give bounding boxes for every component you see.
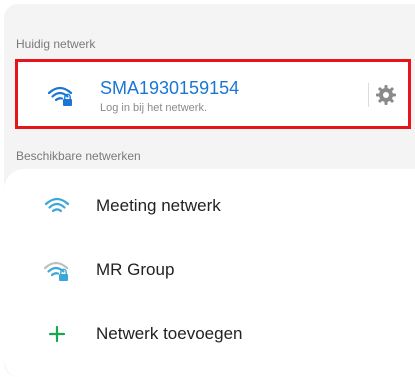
current-network-item[interactable]: SMA1930159154 Log in bij het netwerk. — [15, 59, 411, 129]
wifi-lock-icon — [44, 261, 69, 281]
add-network-label: Netwerk toevoegen — [96, 324, 243, 343]
available-networks-header: Beschikbare netwerken — [16, 149, 141, 163]
wifi-screen: Huidig netwerk SMA1930159154 Log in bij … — [4, 4, 415, 377]
current-network-status: Log in bij het netwerk. — [100, 102, 208, 114]
gear-icon[interactable] — [374, 83, 398, 107]
add-network-item[interactable]: Netwerk toevoegen — [4, 303, 415, 367]
network-item-mr-group[interactable]: MR Group — [4, 239, 415, 303]
available-networks-list: Meeting netwerk MR Group Netwerk toevoeg… — [4, 169, 415, 377]
network-item-meeting[interactable]: Meeting netwerk — [4, 175, 415, 239]
plus-icon — [48, 325, 66, 343]
wifi-lock-icon — [48, 86, 73, 106]
network-item-label: Meeting netwerk — [96, 196, 221, 215]
divider — [368, 83, 369, 107]
wifi-icon — [44, 197, 70, 213]
current-network-header: Huidig netwerk — [16, 37, 96, 51]
network-item-label: MR Group — [96, 260, 175, 279]
current-network-name: SMA1930159154 — [100, 78, 240, 98]
